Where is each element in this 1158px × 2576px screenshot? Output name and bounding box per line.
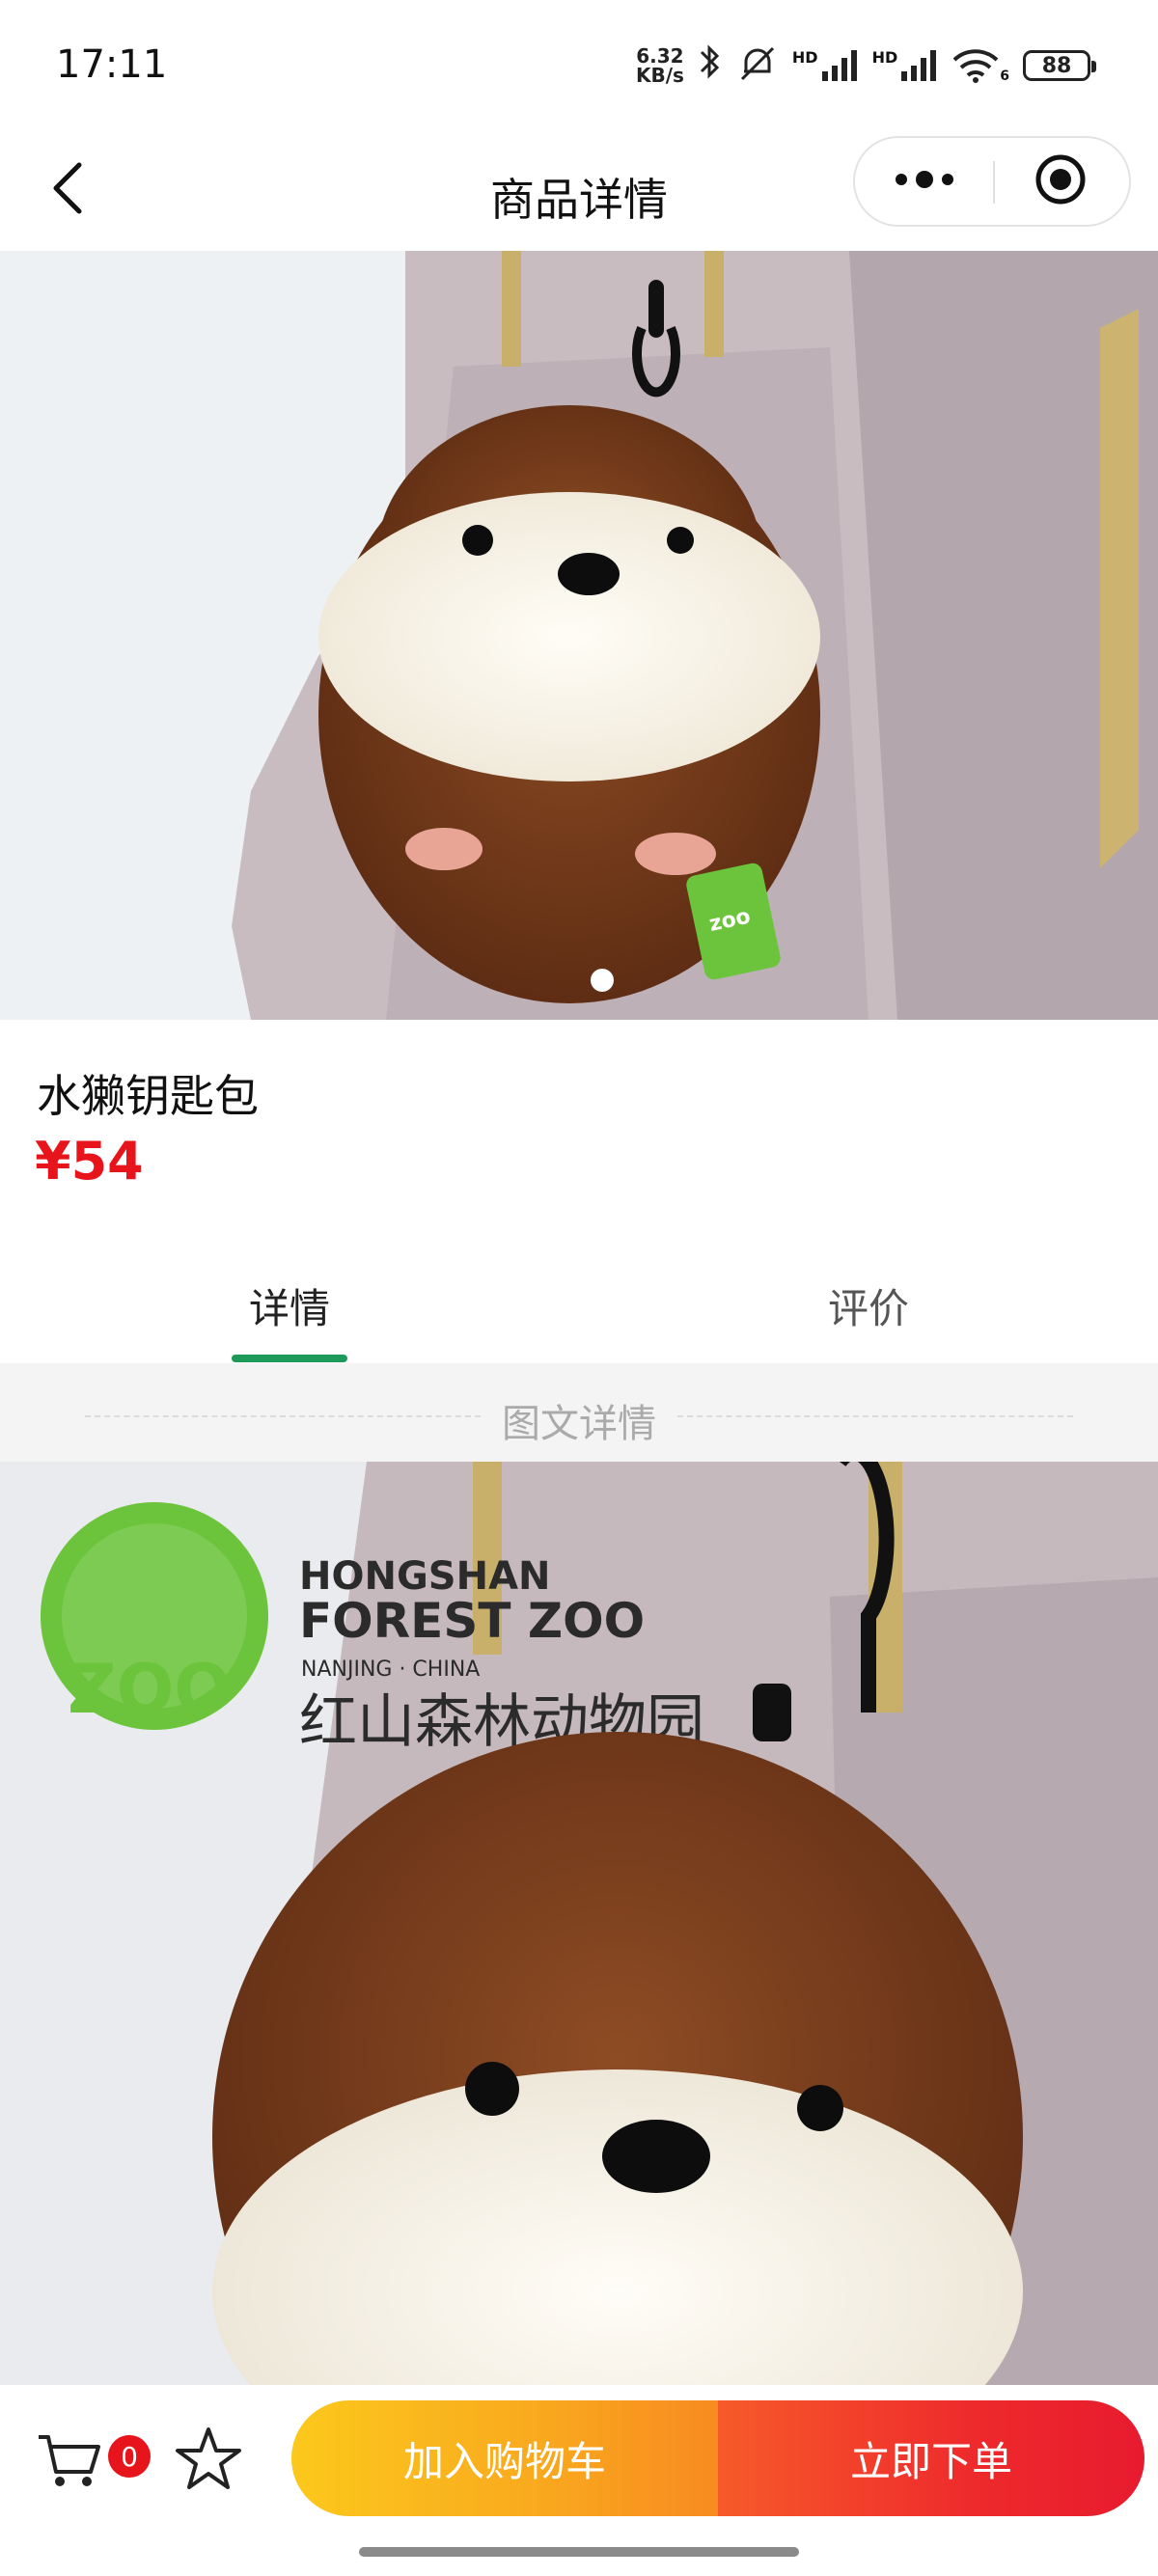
cart-count-badge: 0 (108, 2435, 151, 2478)
star-icon (174, 2427, 243, 2497)
cart-icon (31, 2435, 108, 2501)
logo-subtitle: NANJING · CHINA (301, 1658, 480, 1682)
add-to-cart-button[interactable]: 加入购物车 (291, 2400, 718, 2516)
target-icon (1034, 152, 1088, 210)
mute-icon (736, 44, 779, 87)
signal-icon-2: HD (872, 48, 939, 83)
svg-text:ZOO: ZOO (68, 1650, 232, 1729)
product-image: zoo (0, 251, 1158, 1020)
signal-label-2: HD (871, 48, 898, 67)
tab-detail[interactable]: 详情 (0, 1276, 579, 1335)
more-dots-icon (894, 170, 955, 193)
net-speed-value: 6.32 (636, 44, 684, 68)
net-speed: 6.32 KB/s (636, 46, 684, 85)
detail-image-graphic: ZOO HONGSHAN FOREST ZOO NANJING · CHINA … (0, 1462, 1158, 2385)
buy-now-button[interactable]: 立即下单 (718, 2400, 1144, 2516)
nav-bar: 商品详情 (0, 130, 1158, 251)
cart-button[interactable]: 0 (31, 2420, 151, 2497)
signal-label: HD (791, 48, 818, 67)
mini-program-capsule (853, 136, 1131, 227)
carousel-indicator-dot[interactable] (591, 969, 614, 992)
battery-icon: 88 (1023, 50, 1096, 81)
close-mini-program-button[interactable] (991, 138, 1129, 225)
net-speed-unit: KB/s (635, 64, 684, 87)
home-indicator[interactable] (359, 2547, 799, 2557)
tab-review[interactable]: 评价 (579, 1276, 1158, 1335)
section-label: 图文详情 (502, 1402, 656, 1446)
status-bar: 17:11 6.32 KB/s HD HD 6 88 (0, 0, 1158, 130)
battery-level: 88 (1041, 53, 1072, 78)
more-button[interactable] (855, 138, 993, 225)
wifi-icon: 6 (951, 47, 1009, 84)
tab-active-indicator (232, 1355, 347, 1362)
detail-tabs: 详情 评价 (0, 1240, 1158, 1363)
favorite-button[interactable] (174, 2424, 243, 2493)
detail-image: ZOO HONGSHAN FOREST ZOO NANJING · CHINA … (0, 1462, 1158, 2385)
product-price: ¥54 (35, 1131, 144, 1192)
product-name: 水獭钥匙包 (37, 1070, 259, 1122)
status-icons: 6.32 KB/s HD HD 6 88 (636, 42, 1096, 90)
signal-icon: HD (792, 48, 859, 83)
wifi-label: 6 (1000, 69, 1009, 84)
bluetooth-icon (698, 42, 723, 90)
product-image-carousel[interactable]: zoo (0, 251, 1158, 1020)
status-time: 17:11 (56, 42, 168, 87)
logo-title-2: FOREST ZOO (299, 1593, 645, 1649)
